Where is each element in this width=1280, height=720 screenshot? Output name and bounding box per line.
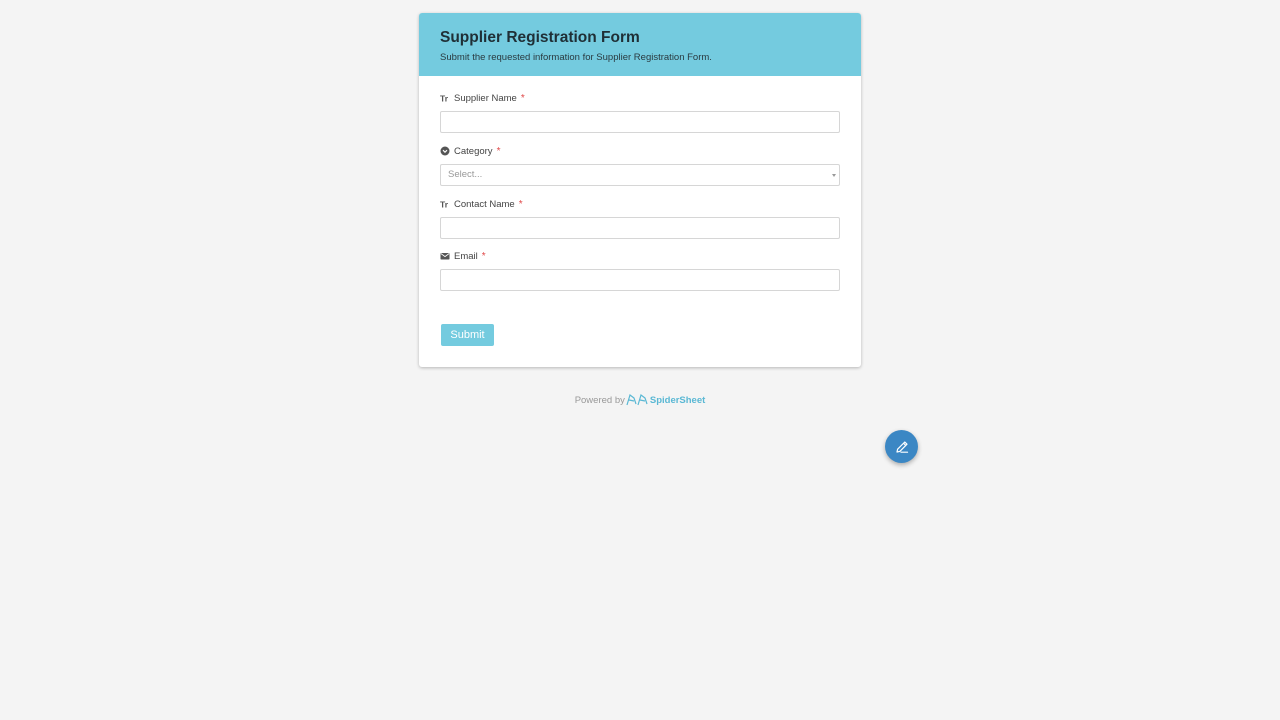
- field-category: Category * Select...: [440, 144, 840, 186]
- chevron-down-icon: [832, 174, 836, 177]
- email-input[interactable]: [440, 269, 840, 291]
- field-supplier-name: Tr Supplier Name *: [440, 91, 840, 133]
- envelope-icon: [440, 251, 450, 261]
- select-placeholder: Select...: [448, 169, 483, 180]
- edit-fab-button[interactable]: [885, 430, 918, 463]
- required-indicator: *: [481, 250, 486, 262]
- svg-text:Tr: Tr: [440, 94, 449, 104]
- field-label-row: Email *: [440, 249, 840, 263]
- field-email: Email *: [440, 249, 840, 291]
- field-label-row: Tr Contact Name *: [440, 197, 840, 211]
- spidersheet-link[interactable]: SpiderSheet: [626, 394, 705, 406]
- form-subtitle: Submit the requested information for Sup…: [440, 52, 712, 63]
- powered-by-footer: Powered by SpiderSheet: [0, 394, 1280, 406]
- pencil-icon: [894, 439, 910, 455]
- svg-text:Tr: Tr: [440, 200, 449, 210]
- required-indicator: *: [496, 145, 501, 157]
- submit-button[interactable]: Submit: [441, 324, 494, 346]
- field-label: Category: [454, 145, 493, 157]
- contact-name-input[interactable]: [440, 217, 840, 239]
- form-header: Supplier Registration Form Submit the re…: [419, 13, 861, 76]
- form-title: Supplier Registration Form: [440, 29, 640, 46]
- required-indicator: *: [518, 198, 523, 210]
- text-type-icon: Tr: [440, 93, 450, 104]
- form-card: Supplier Registration Form Submit the re…: [419, 13, 861, 367]
- field-label-row: Category *: [440, 144, 840, 158]
- field-label: Supplier Name: [454, 92, 517, 104]
- field-label-row: Tr Supplier Name *: [440, 91, 840, 105]
- spidersheet-logo-icon: [626, 394, 648, 406]
- field-label: Email: [454, 250, 478, 262]
- field-label: Contact Name: [454, 198, 515, 210]
- category-select[interactable]: Select...: [440, 164, 840, 186]
- brand-name: SpiderSheet: [649, 394, 706, 406]
- select-circle-icon: [440, 146, 450, 156]
- text-type-icon: Tr: [440, 199, 450, 210]
- supplier-name-input[interactable]: [440, 111, 840, 133]
- field-contact-name: Tr Contact Name *: [440, 197, 840, 239]
- powered-by-text: Powered by: [574, 394, 625, 406]
- required-indicator: *: [520, 92, 525, 104]
